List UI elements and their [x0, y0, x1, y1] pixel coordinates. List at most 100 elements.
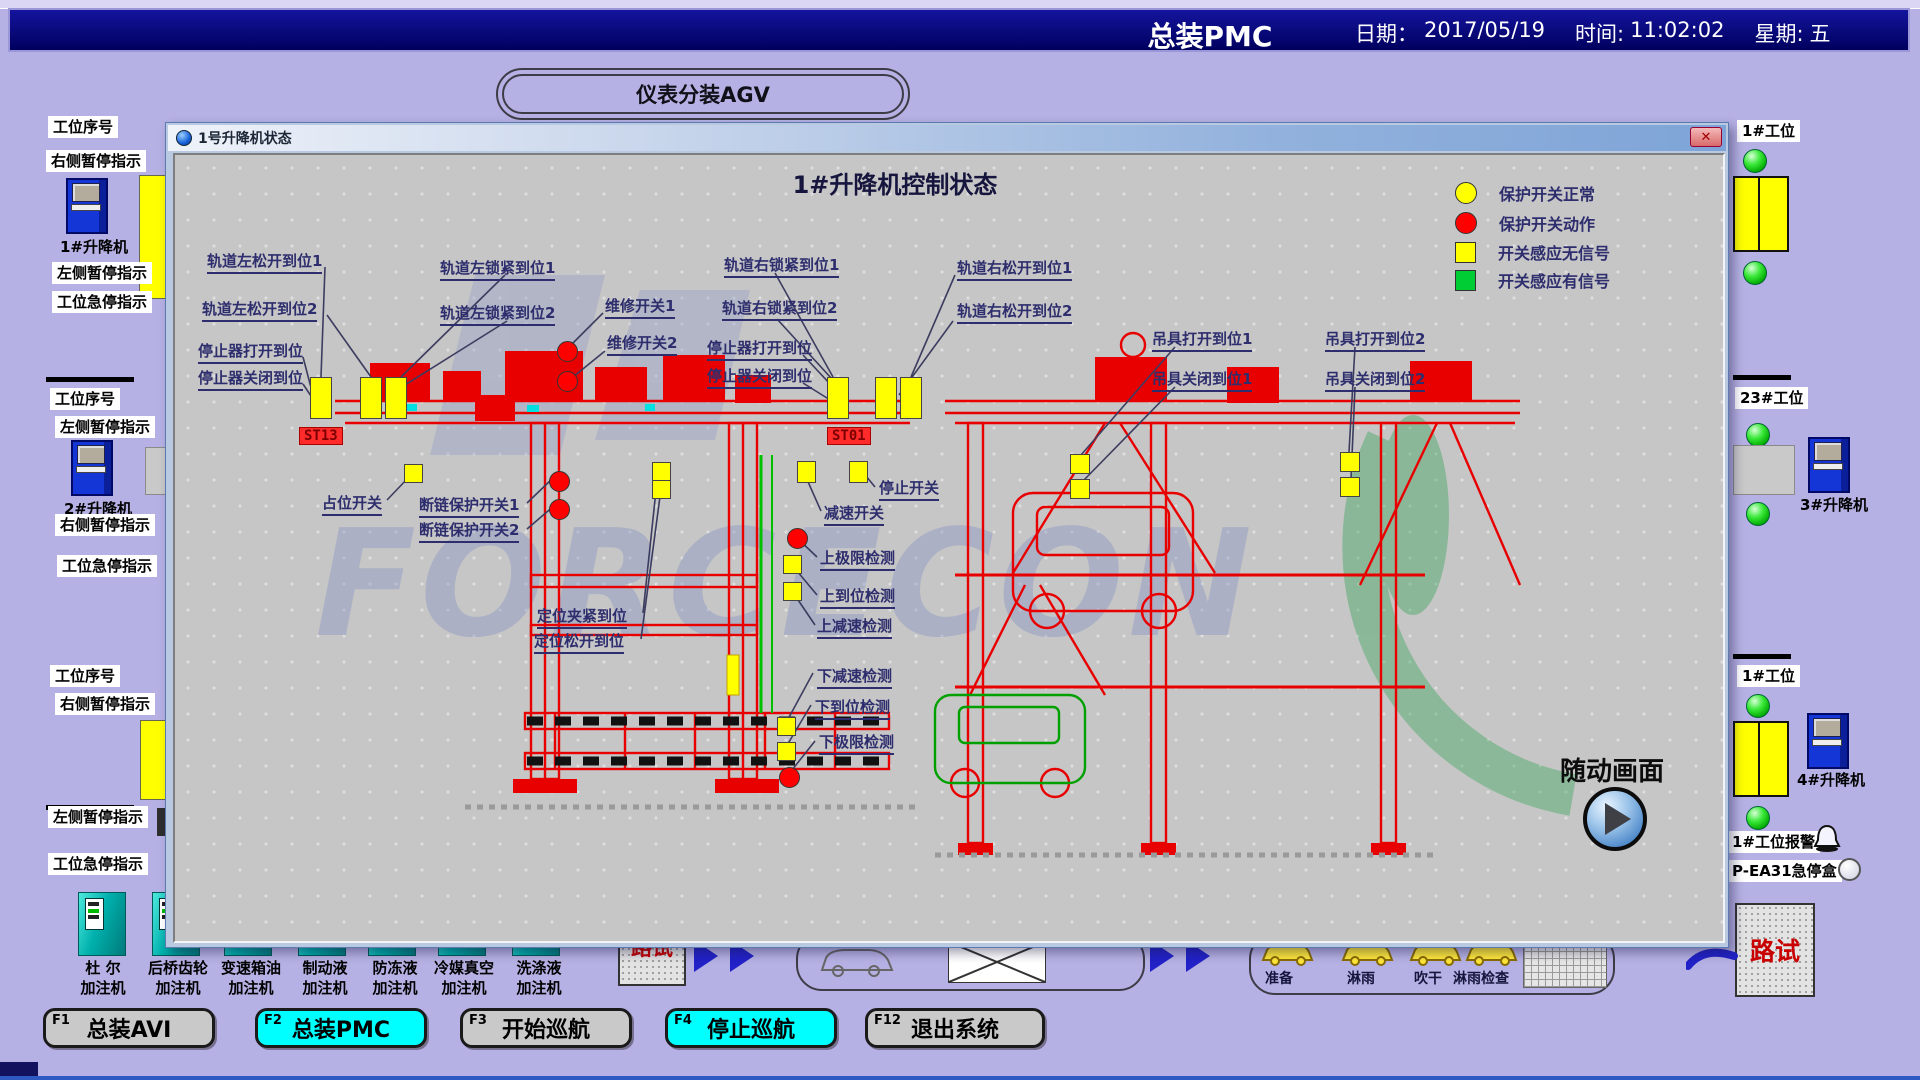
bell-icon	[1810, 822, 1844, 856]
label-hanger-close-2: 吊具关闭到位2	[1325, 368, 1425, 392]
legend-green-square-icon	[1455, 270, 1476, 291]
lifter3-icon[interactable]	[1808, 437, 1850, 493]
lifter1-icon[interactable]	[66, 178, 108, 234]
section-divider	[1733, 375, 1791, 380]
car-outline-icon	[816, 944, 896, 978]
station-cell-yellow	[1733, 721, 1789, 797]
lifter1-label: 1#升降机	[60, 236, 128, 257]
lifter4-icon[interactable]	[1807, 713, 1849, 769]
wash-step-label: 准备	[1265, 968, 1293, 988]
fkey-code: F3	[469, 1013, 487, 1028]
date-label: 日期：	[1355, 18, 1418, 48]
wash-step-label: 淋雨检查	[1453, 968, 1509, 988]
estop-box-icon	[1838, 858, 1861, 881]
legend-item: 开关感应有信号	[1455, 268, 1610, 292]
estop-box-label: P-EA31急停盒	[1727, 860, 1842, 882]
indicator-circle-red	[787, 528, 808, 549]
section-divider	[46, 377, 134, 382]
label-chain-protect-2: 断链保护开关2	[419, 519, 519, 543]
lifter3-label: 3#升降机	[1800, 494, 1868, 515]
play-icon[interactable]	[1583, 787, 1647, 851]
label-position-clamp: 定位夹紧到位	[537, 605, 627, 629]
date-value: 2017/05/19	[1424, 18, 1545, 48]
wash-step-label: 淋雨	[1347, 968, 1375, 988]
dialog-icon	[176, 130, 192, 146]
filler-machine-icon[interactable]	[78, 892, 126, 956]
label-position-loose: 定位松开到位	[534, 630, 624, 654]
fkey-label: 开始巡航	[502, 1012, 590, 1044]
right-pause-label-2: 右侧暂停指示	[55, 514, 155, 536]
label-stopper-close-left: 停止器关闭到位	[198, 367, 303, 391]
week-value: 五	[1810, 18, 1831, 48]
lifter1-status-dialog: 1号升降机状态 ✕ FORCECON	[165, 122, 1729, 948]
label-stopper-open-mid: 停止器打开到位	[707, 337, 812, 361]
status-ball-green	[1743, 261, 1767, 285]
fkey-code: F2	[264, 1013, 282, 1028]
fkey-code: F4	[674, 1013, 692, 1028]
label-hanger-open-2: 吊具打开到位2	[1325, 328, 1425, 352]
road-test-right-button[interactable]: 路试	[1735, 903, 1815, 997]
station-cell-yellow	[1733, 176, 1789, 252]
indicator-square-yellow	[360, 377, 382, 419]
indicator-square-yellow	[783, 555, 802, 574]
right-pause-label-3: 右侧暂停指示	[55, 693, 155, 715]
status-ball-green	[1746, 502, 1770, 526]
station-cell-gray	[1733, 445, 1795, 495]
fkey-code: F1	[52, 1013, 70, 1028]
label-rail-left-lock-1: 轨道左锁紧到位1	[440, 257, 555, 281]
dialog-heading: 1#升降机控制状态	[715, 165, 1075, 200]
fkey-f12-button[interactable]: F12 退出系统	[865, 1008, 1045, 1048]
machine-label: 洗涤液加注机	[494, 958, 584, 998]
dialog-titlebar[interactable]: 1号升降机状态	[168, 125, 1726, 151]
indicator-square-yellow	[777, 717, 796, 736]
fkey-label: 总装AVI	[87, 1012, 172, 1044]
station-1-label: 1#工位	[1737, 665, 1800, 687]
station-seq-label-1: 工位序号	[48, 116, 118, 138]
fkey-label: 总装PMC	[292, 1012, 390, 1044]
follow-screen-label: 随动画面	[1560, 751, 1664, 788]
dialog-canvas: FORCECON	[173, 153, 1725, 943]
fkey-f4-button[interactable]: F4 停止巡航	[665, 1008, 837, 1048]
status-ball-green	[1743, 149, 1767, 173]
legend-yellow-square-icon	[1455, 242, 1476, 263]
dialog-title: 1号升降机状态	[198, 128, 292, 148]
indicator-square-yellow	[1340, 452, 1360, 472]
indicator-square-yellow	[777, 742, 796, 761]
estop-label-1: 工位急停指示	[52, 291, 152, 313]
close-icon[interactable]: ✕	[1690, 127, 1722, 147]
fkey-code: F12	[874, 1013, 901, 1028]
fkey-f1-button[interactable]: F1 总装AVI	[43, 1008, 215, 1048]
lifter2-icon[interactable]	[71, 440, 113, 496]
label-rail-right-loose-2: 轨道右松开到位2	[957, 300, 1072, 324]
label-hanger-open-1: 吊具打开到位1	[1152, 328, 1252, 352]
label-rail-right-lock-2: 轨道右锁紧到位2	[722, 297, 837, 321]
legend-item: 保护开关正常	[1455, 181, 1595, 205]
label-chain-protect-1: 断链保护开关1	[419, 494, 519, 518]
label-down-slow: 下减速检测	[817, 665, 892, 689]
indicator-circle-red	[549, 471, 570, 492]
indicator-square-yellow	[900, 377, 922, 419]
station-tag-st13: ST13	[299, 427, 343, 445]
label-rail-right-lock-1: 轨道右锁紧到位1	[724, 254, 839, 278]
fkey-f3-button[interactable]: F3 开始巡航	[460, 1008, 632, 1048]
indicator-square-yellow	[310, 377, 332, 419]
label-stopper-open-left: 停止器打开到位	[198, 340, 303, 364]
indicator-circle-red	[557, 341, 578, 362]
station-tag-st01: ST01	[827, 427, 871, 445]
station-23-label: 23#工位	[1735, 387, 1808, 409]
indicator-circle-red	[779, 767, 800, 788]
fkey-f2-button[interactable]: F2 总装PMC	[255, 1008, 427, 1048]
status-ball-green	[1746, 694, 1770, 718]
datetime-group: 日期： 2017/05/19 时间: 11:02:02 星期: 五	[1355, 18, 1831, 48]
fkey-label: 停止巡航	[707, 1012, 795, 1044]
indicator-square-yellow	[404, 464, 423, 483]
section-divider	[1733, 654, 1791, 659]
fkey-label: 退出系统	[911, 1012, 999, 1044]
left-pause-label-1: 左侧暂停指示	[52, 262, 152, 284]
lifter4-label: 4#升降机	[1797, 769, 1865, 790]
label-up-slow: 上减速检测	[817, 615, 892, 639]
legend-red-circle-icon	[1455, 212, 1477, 234]
indicator-square-yellow	[827, 377, 849, 419]
label-down-limit: 下极限检测	[819, 731, 894, 755]
indicator-square-yellow	[652, 462, 671, 481]
